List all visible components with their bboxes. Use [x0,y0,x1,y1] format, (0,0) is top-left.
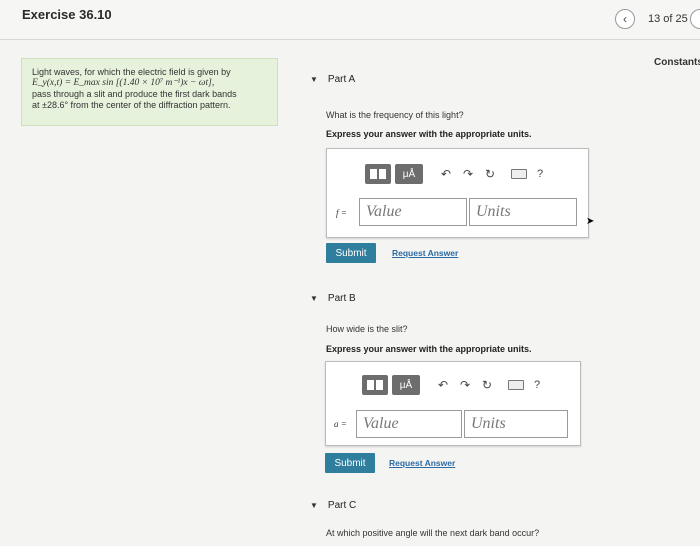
part-b-submit-button[interactable]: Submit [325,453,375,473]
part-c-header[interactable]: ▼ Part C [310,500,356,511]
previous-item-button[interactable]: ‹ [615,9,635,29]
template-icon[interactable] [362,375,388,395]
part-a-instruction: Express your answer with the appropriate… [326,129,532,139]
part-b-title: Part B [327,293,356,304]
part-a-question: What is the frequency of this light? [326,110,464,120]
part-a-toolbar: μÅ ↶ ↷ ↻ ? [365,164,543,184]
part-a-units-input[interactable]: Units [469,198,577,226]
item-counter: 13 of 25 [648,13,688,25]
chevron-left-icon: ‹ [623,12,627,26]
mouse-cursor-icon: ➤ [586,216,595,227]
part-a-variable-label: f = [336,208,347,218]
problem-equation: E_y(x,t) = E_max sin [(1.40 × 10⁷ m⁻¹)x … [32,78,215,88]
problem-line-1: Light waves, for which the electric fiel… [32,67,231,77]
problem-line-4: at ±28.6° from the center of the diffrac… [32,100,231,110]
part-b-question: How wide is the slit? [326,324,408,334]
part-b-instruction: Express your answer with the appropriate… [326,344,532,354]
reset-icon[interactable]: ↻ [476,378,498,392]
redo-icon[interactable]: ↷ [457,167,479,181]
units-symbol-button[interactable]: μÅ [392,375,420,395]
units-symbol-button[interactable]: μÅ [395,164,423,184]
part-b-request-answer-link[interactable]: Request Answer [389,458,455,468]
exercise-title: Exercise 36.10 [22,7,112,22]
caret-down-icon: ▼ [310,75,318,84]
constants-link[interactable]: Constants [654,57,700,68]
help-icon[interactable]: ? [534,379,540,391]
part-b-units-input[interactable]: Units [464,410,568,438]
caret-down-icon: ▼ [310,294,318,303]
part-a-request-answer-link[interactable]: Request Answer [392,248,458,258]
undo-icon[interactable]: ↶ [432,378,454,392]
keyboard-icon[interactable] [511,169,527,179]
template-icon[interactable] [365,164,391,184]
part-b-header[interactable]: ▼ Part B [310,293,356,304]
problem-line-3: pass through a slit and produce the firs… [32,89,237,99]
part-a-title: Part A [327,74,356,85]
help-icon[interactable]: ? [537,168,543,180]
undo-icon[interactable]: ↶ [435,167,457,181]
part-a-submit-button[interactable]: Submit [326,243,376,263]
keyboard-icon[interactable] [508,380,524,390]
part-a-value-input[interactable]: Value [359,198,467,226]
problem-statement: Light waves, for which the electric fiel… [21,58,278,126]
part-c-question: At which positive angle will the next da… [326,528,540,538]
next-item-button[interactable] [690,9,700,29]
redo-icon[interactable]: ↷ [454,378,476,392]
part-c-title: Part C [327,500,357,511]
caret-down-icon: ▼ [310,501,318,510]
part-b-variable-label: a = [334,419,347,429]
part-a-header[interactable]: ▼ Part A [310,74,355,85]
part-b-toolbar: μÅ ↶ ↷ ↻ ? [362,375,540,395]
reset-icon[interactable]: ↻ [479,167,501,181]
top-bar: Exercise 36.10 ‹ 13 of 25 [0,0,700,40]
part-b-value-input[interactable]: Value [356,410,462,438]
